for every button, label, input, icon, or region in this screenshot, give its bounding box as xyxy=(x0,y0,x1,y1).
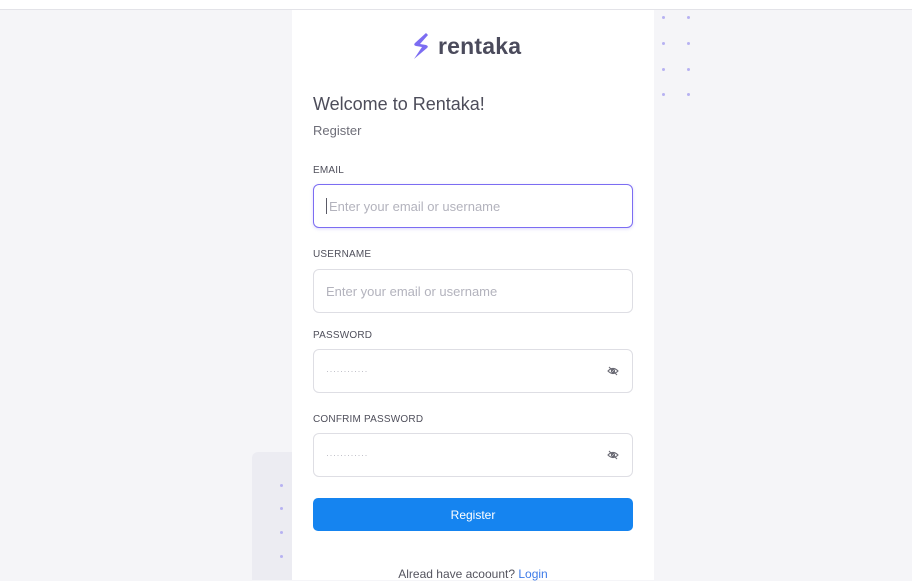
password-label: PASSWORD xyxy=(313,330,373,341)
email-label: EMAIL xyxy=(313,165,345,176)
register-button[interactable]: Register xyxy=(313,498,633,531)
password-masked-value: ············ xyxy=(326,366,368,376)
eye-off-icon[interactable] xyxy=(606,448,620,462)
confirm-password-label: CONFRIM PASSWORD xyxy=(313,414,424,425)
s-bolt-logo-icon xyxy=(412,32,430,60)
username-label: USERNAME xyxy=(313,249,372,260)
confirm-password-masked-value: ············ xyxy=(326,450,368,460)
register-card: rentaka Welcome to Rentaka! Register EMA… xyxy=(292,10,654,581)
login-prompt: Alread have acoount? Login xyxy=(292,567,654,581)
brand-name: rentaka xyxy=(438,32,522,59)
decorative-dots-bottom-left xyxy=(279,482,287,562)
page-title: Welcome to Rentaka! xyxy=(313,94,485,114)
email-input[interactable] xyxy=(329,198,620,214)
username-input[interactable] xyxy=(326,283,620,299)
confirm-password-field[interactable]: ············ xyxy=(313,433,633,477)
login-link[interactable]: Login xyxy=(518,567,547,581)
login-prompt-text: Alread have acoount? xyxy=(398,567,516,581)
password-field[interactable]: ············ xyxy=(313,349,633,393)
email-field[interactable] xyxy=(313,184,633,228)
username-field[interactable] xyxy=(313,269,633,313)
text-cursor xyxy=(326,198,327,214)
brand-logo: rentaka xyxy=(412,31,521,61)
eye-off-icon[interactable] xyxy=(606,364,620,378)
decorative-dots-top-right xyxy=(660,14,700,98)
page-subtitle: Register xyxy=(313,123,362,138)
top-bar xyxy=(0,0,912,10)
